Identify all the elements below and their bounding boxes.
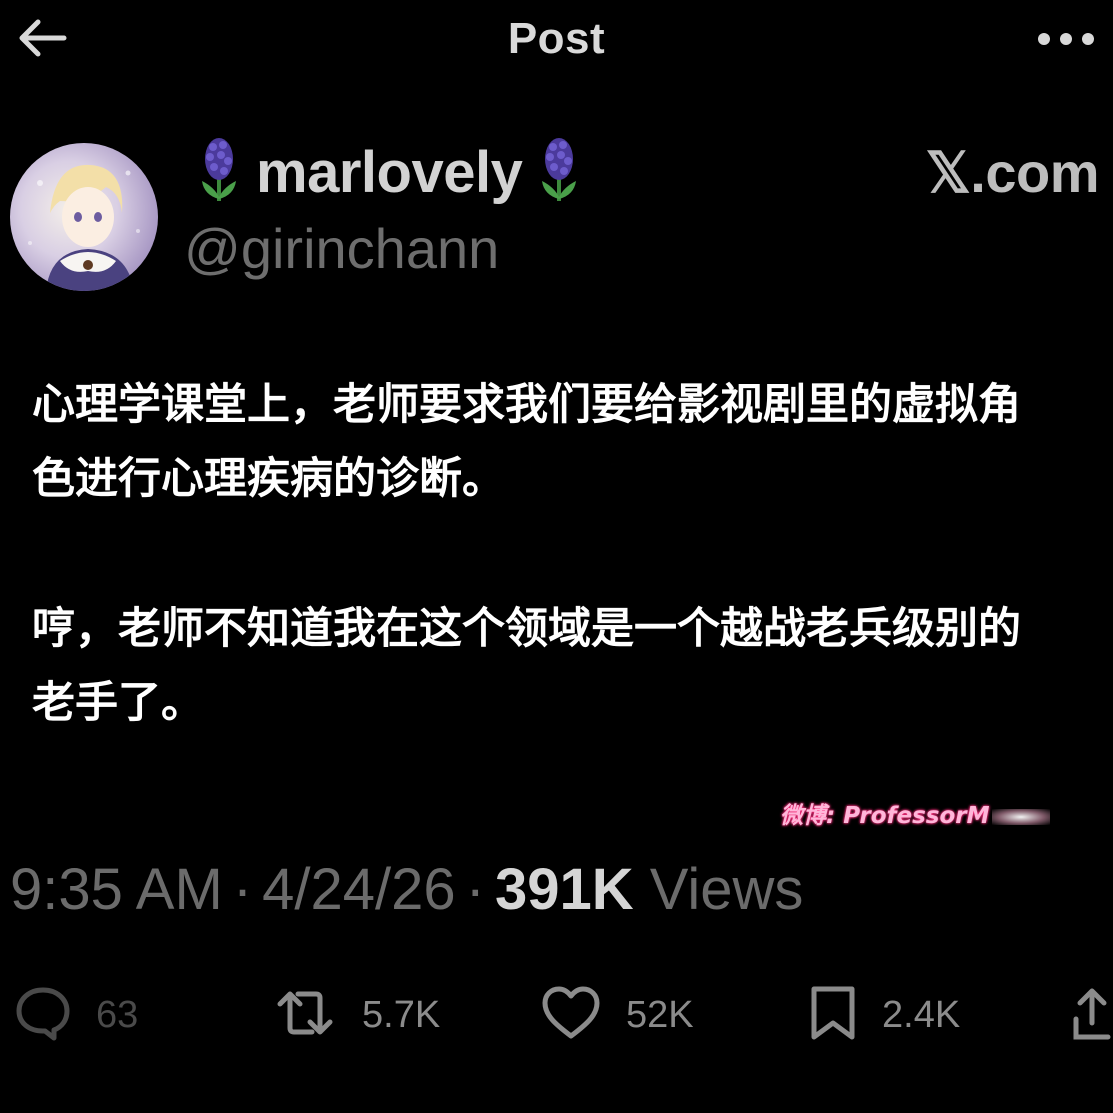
action-bar: 63 5.7K 52K 2.4K	[0, 980, 1113, 1050]
more-options-button[interactable]	[1031, 18, 1101, 62]
repost-button[interactable]: 5.7K	[272, 980, 440, 1050]
reply-button[interactable]: 63	[14, 980, 138, 1050]
top-bar: Post	[0, 0, 1113, 80]
bookmark-button[interactable]: 2.4K	[808, 980, 960, 1050]
post-body: 心理学课堂上，老师要求我们要给影视剧里的虚拟角色进行心理疾病的诊断。 哼，老师不…	[32, 368, 1062, 740]
display-name[interactable]: marlovely	[256, 139, 523, 206]
watermark-blur	[991, 808, 1050, 825]
source-label: 𝕏.com	[925, 141, 1100, 204]
repost-arrows-icon	[272, 984, 338, 1046]
views-count[interactable]: 391K	[495, 857, 634, 922]
display-name-row[interactable]: marlovely	[196, 136, 582, 208]
bookmark-icon	[808, 983, 858, 1047]
views-label: Views	[649, 857, 804, 922]
post-paragraph: 心理学课堂上，老师要求我们要给影视剧里的虚拟角色进行心理疾病的诊断。	[32, 380, 1021, 504]
reply-count: 63	[96, 993, 139, 1036]
weibo-watermark: 微博: ProfessorM	[780, 796, 1050, 830]
meta-separator: ·	[232, 857, 253, 922]
avatar[interactable]	[10, 143, 158, 291]
post-paragraph: 哼，老师不知道我在这个领域是一个越战老兵级别的老手了。	[32, 604, 1021, 728]
post-meta: 9:35 AM · 4/24/26 · 391K Views	[10, 856, 803, 923]
share-button[interactable]	[1072, 980, 1112, 1050]
meta-separator: ·	[465, 857, 485, 922]
watermark-text: 微博: ProfessorM	[780, 803, 990, 829]
post-time: 9:35 AM	[10, 857, 223, 922]
page-title: Post	[507, 14, 606, 63]
repost-count: 5.7K	[362, 993, 441, 1036]
more-horizontal-icon	[1037, 31, 1095, 50]
user-handle[interactable]: @girinchann	[184, 216, 499, 281]
hyacinth-flower-icon	[196, 137, 242, 207]
share-upload-icon	[1072, 983, 1112, 1047]
hyacinth-flower-icon	[536, 137, 582, 207]
like-button[interactable]: 52K	[540, 980, 694, 1050]
reply-bubble-icon	[14, 984, 72, 1046]
post-date: 4/24/26	[262, 857, 456, 922]
like-count: 52K	[626, 993, 694, 1036]
bookmark-count: 2.4K	[882, 993, 961, 1036]
heart-icon	[540, 984, 602, 1046]
